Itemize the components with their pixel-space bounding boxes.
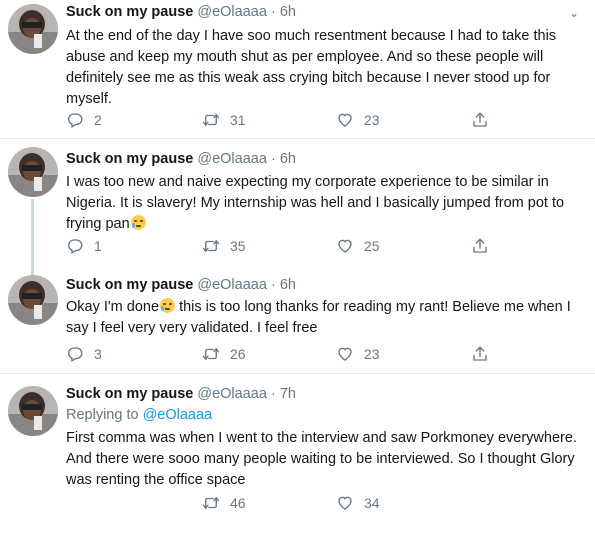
separator-dot: ·: [270, 386, 276, 402]
like-button[interactable]: 34: [336, 494, 380, 512]
thread-line: [31, 267, 34, 275]
retweet-button[interactable]: 26: [202, 345, 246, 363]
replying-to: Replying to @eOlaaaa: [66, 407, 212, 423]
user-handle[interactable]: @eOlaaaa: [197, 4, 267, 20]
reply-count: 1: [94, 238, 102, 254]
like-button[interactable]: 23: [336, 111, 380, 129]
tweet-text: At the end of the day I have soo much re…: [66, 28, 557, 107]
reply-count: 2: [94, 112, 102, 128]
tweet-text-container: Okay I'm done this is too long thanks fo…: [66, 297, 586, 339]
share-button[interactable]: [471, 345, 499, 363]
avatar[interactable]: [8, 4, 58, 54]
like-count: 25: [364, 238, 380, 254]
tweet-header: Suck on my pause @eOlaaaa · 6h: [66, 277, 296, 293]
avatar-image: [8, 386, 58, 436]
tweet-2[interactable]: Suck on my pause @eOlaaaa · 6h I was too…: [0, 139, 595, 267]
tweet-time[interactable]: 6h: [280, 4, 296, 20]
avatar-image: [8, 4, 58, 54]
retweet-icon: [202, 111, 220, 129]
avatar[interactable]: [8, 147, 58, 197]
tweet-text-container: I was too new and naive expecting my cor…: [66, 172, 586, 235]
heart-icon: [336, 345, 354, 363]
tweet-time[interactable]: 6h: [280, 277, 296, 293]
reply-count: 3: [94, 346, 102, 362]
retweet-button[interactable]: 31: [202, 111, 246, 129]
retweet-button[interactable]: 46: [202, 494, 246, 512]
reply-icon: [66, 345, 84, 363]
retweet-count: 46: [230, 495, 246, 511]
thread-line: [31, 199, 34, 267]
reply-button[interactable]: 1: [66, 237, 102, 255]
heart-icon: [336, 237, 354, 255]
display-name[interactable]: Suck on my pause: [66, 151, 193, 167]
retweet-icon: [202, 494, 220, 512]
tweet-actions: 2 31 23: [66, 111, 586, 131]
tweet-time[interactable]: 7h: [280, 386, 296, 402]
share-button[interactable]: [471, 111, 499, 129]
user-handle[interactable]: @eOlaaaa: [197, 386, 267, 402]
user-handle[interactable]: @eOlaaaa: [197, 151, 267, 167]
tweet-text: First comma was when I went to the inter…: [66, 430, 577, 488]
share-icon: [471, 111, 489, 129]
reply-icon: [66, 111, 84, 129]
tweet-3[interactable]: Suck on my pause @eOlaaaa · 6h Okay I'm …: [0, 267, 595, 373]
like-count: 34: [364, 495, 380, 511]
display-name[interactable]: Suck on my pause: [66, 277, 193, 293]
retweet-button[interactable]: 35: [202, 237, 246, 255]
tweet-header: Suck on my pause @eOlaaaa · 7h: [66, 386, 296, 402]
display-name[interactable]: Suck on my pause: [66, 386, 193, 402]
reply-button[interactable]: 3: [66, 345, 102, 363]
retweet-count: 26: [230, 346, 246, 362]
tweet-time[interactable]: 6h: [280, 151, 296, 167]
tweet-text-start: Okay I'm done: [66, 299, 160, 315]
reply-button[interactable]: 2: [66, 111, 102, 129]
reply-icon: [66, 237, 84, 255]
avatar-image: [8, 275, 58, 325]
heart-icon: [336, 494, 354, 512]
retweet-count: 35: [230, 238, 246, 254]
tweet-header: Suck on my pause @eOlaaaa · 6h: [66, 151, 296, 167]
separator-dot: ·: [270, 151, 276, 167]
like-button[interactable]: 23: [336, 345, 380, 363]
replying-to-label: Replying to: [66, 407, 139, 423]
retweet-icon: [202, 345, 220, 363]
sad-tear-emoji: [130, 215, 146, 230]
chevron-down-icon[interactable]: ⌄: [569, 6, 579, 20]
tweet-1[interactable]: Suck on my pause @eOlaaaa · 6h ⌄ At the …: [0, 0, 595, 138]
like-count: 23: [364, 112, 380, 128]
tweet-header: Suck on my pause @eOlaaaa · 6h: [66, 4, 296, 20]
heart-icon: [336, 111, 354, 129]
avatar[interactable]: [8, 386, 58, 436]
tweet-actions: 1 35 25: [66, 237, 586, 257]
display-name[interactable]: Suck on my pause: [66, 4, 193, 20]
separator-dot: ·: [270, 4, 276, 20]
tweet-actions: 3 26 23: [66, 345, 586, 365]
avatar[interactable]: [8, 275, 58, 325]
share-button[interactable]: [471, 237, 499, 255]
replying-to-handle[interactable]: @eOlaaaa: [143, 407, 213, 423]
crying-emoji: [160, 298, 176, 313]
tweet-4[interactable]: Suck on my pause @eOlaaaa · 7h Replying …: [0, 374, 595, 533]
share-icon: [471, 237, 489, 255]
retweet-count: 31: [230, 112, 246, 128]
user-handle[interactable]: @eOlaaaa: [197, 277, 267, 293]
separator-dot: ·: [270, 277, 276, 293]
retweet-icon: [202, 237, 220, 255]
share-icon: [471, 345, 489, 363]
avatar-image: [8, 147, 58, 197]
tweet-actions: 46 34: [66, 494, 586, 514]
like-button[interactable]: 25: [336, 237, 380, 255]
like-count: 23: [364, 346, 380, 362]
